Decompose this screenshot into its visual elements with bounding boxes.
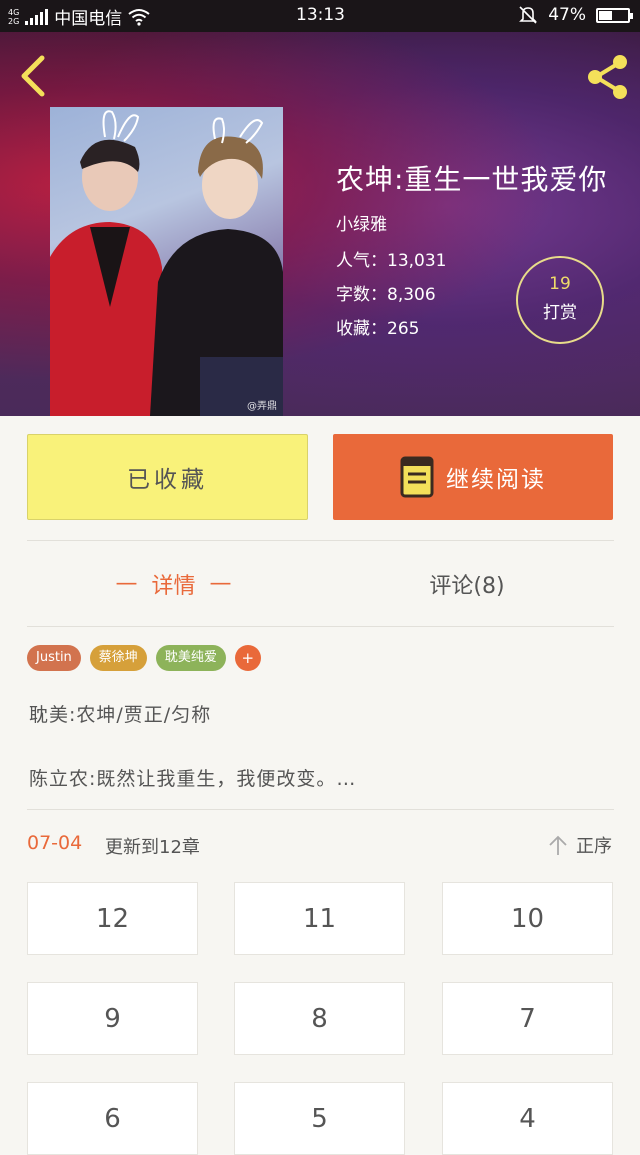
update-date: 07-04 (27, 832, 83, 854)
battery-icon (596, 7, 633, 23)
popularity-stat: 人气：13,031 (336, 246, 446, 271)
add-tag-button[interactable]: + (234, 645, 261, 671)
update-status: 更新到12章 (105, 837, 200, 858)
arrow-up-icon (549, 835, 567, 855)
chapter-button[interactable]: 11 (234, 882, 405, 955)
tag-list: Justin 蔡徐坤 耽美纯爱 + (27, 645, 261, 671)
continue-reading-label: 继续阅读 (446, 467, 546, 493)
chapter-button[interactable]: 8 (234, 982, 405, 1055)
tag-cai-xukun[interactable]: 蔡徐坤 (89, 645, 147, 671)
favorites-label: 收藏： (336, 319, 387, 339)
back-button[interactable] (12, 52, 58, 98)
favorites-stat: 收藏：265 (336, 314, 419, 339)
tab-comments-label: 评论(8) (429, 573, 505, 599)
chapter-button[interactable]: 9 (27, 982, 198, 1055)
chapter-button[interactable]: 10 (442, 882, 613, 955)
share-icon (588, 55, 627, 99)
signal-icon (25, 8, 49, 25)
carrier-name: 中国电信 (54, 9, 123, 29)
chapter-button[interactable]: 12 (27, 882, 198, 955)
tip-button[interactable]: 19 打赏 (516, 256, 604, 344)
description-line-2[interactable]: 陈立农:既然让我重生，我便改变。… (29, 764, 356, 791)
divider (27, 809, 614, 810)
tab-active-marker-right: — (209, 571, 232, 596)
collected-button[interactable]: 已收藏 (27, 434, 308, 520)
sort-order-label: 正序 (576, 836, 612, 857)
sort-order-toggle[interactable]: 正序 (548, 832, 612, 858)
word-count-label: 字数： (336, 285, 387, 305)
book-title: 农坤:重生一世我爱你 (336, 163, 608, 196)
tab-details[interactable]: — 详情 — (27, 541, 320, 626)
popularity-label: 人气： (336, 251, 387, 271)
clock: 13:13 (296, 5, 345, 25)
tip-label: 打赏 (543, 303, 577, 323)
book-author[interactable]: 小绿雅 (336, 210, 387, 235)
network-type-indicator: 4G 2G (8, 7, 20, 26)
share-button[interactable] (582, 52, 632, 102)
tag-justin[interactable]: Justin (27, 645, 81, 671)
book-cover-image: @弄鼎 (50, 107, 283, 416)
divider (27, 626, 614, 627)
tag-bl[interactable]: 耽美纯爱 (155, 645, 226, 671)
status-bar: 4G 2G 中国电信 13:13 47% (0, 0, 640, 32)
word-count-stat: 字数：8,306 (336, 280, 436, 305)
description-line-1: 耽美:农坤/贾正/匀称 (29, 704, 212, 726)
book-icon (400, 456, 434, 498)
continue-reading-button[interactable]: 继续阅读 (333, 434, 613, 520)
chevron-left-icon (21, 55, 45, 97)
cover-watermark: @弄鼎 (247, 401, 277, 412)
cover-photo (50, 110, 283, 416)
chapter-button[interactable]: 5 (234, 1082, 405, 1155)
tip-count: 19 (549, 274, 571, 294)
mute-bell-icon (519, 6, 538, 24)
battery-percent: 47% (548, 5, 586, 25)
chapter-button[interactable]: 7 (442, 982, 613, 1055)
book-header: @弄鼎 农坤:重生一世我爱你 小绿雅 人气：13,031 字数：8,306 收藏… (0, 32, 640, 416)
chapter-button[interactable]: 4 (442, 1082, 613, 1155)
tab-active-marker-left: — (115, 571, 138, 596)
collected-label: 已收藏 (127, 467, 208, 493)
popularity-value: 13,031 (387, 251, 447, 271)
tab-details-label: 详情 (151, 573, 196, 599)
chapter-button[interactable]: 6 (27, 1082, 198, 1155)
wifi-icon (128, 8, 150, 26)
word-count-value: 8,306 (387, 285, 436, 305)
tab-comments[interactable]: 评论(8) (320, 541, 614, 626)
favorites-value: 265 (387, 319, 420, 339)
